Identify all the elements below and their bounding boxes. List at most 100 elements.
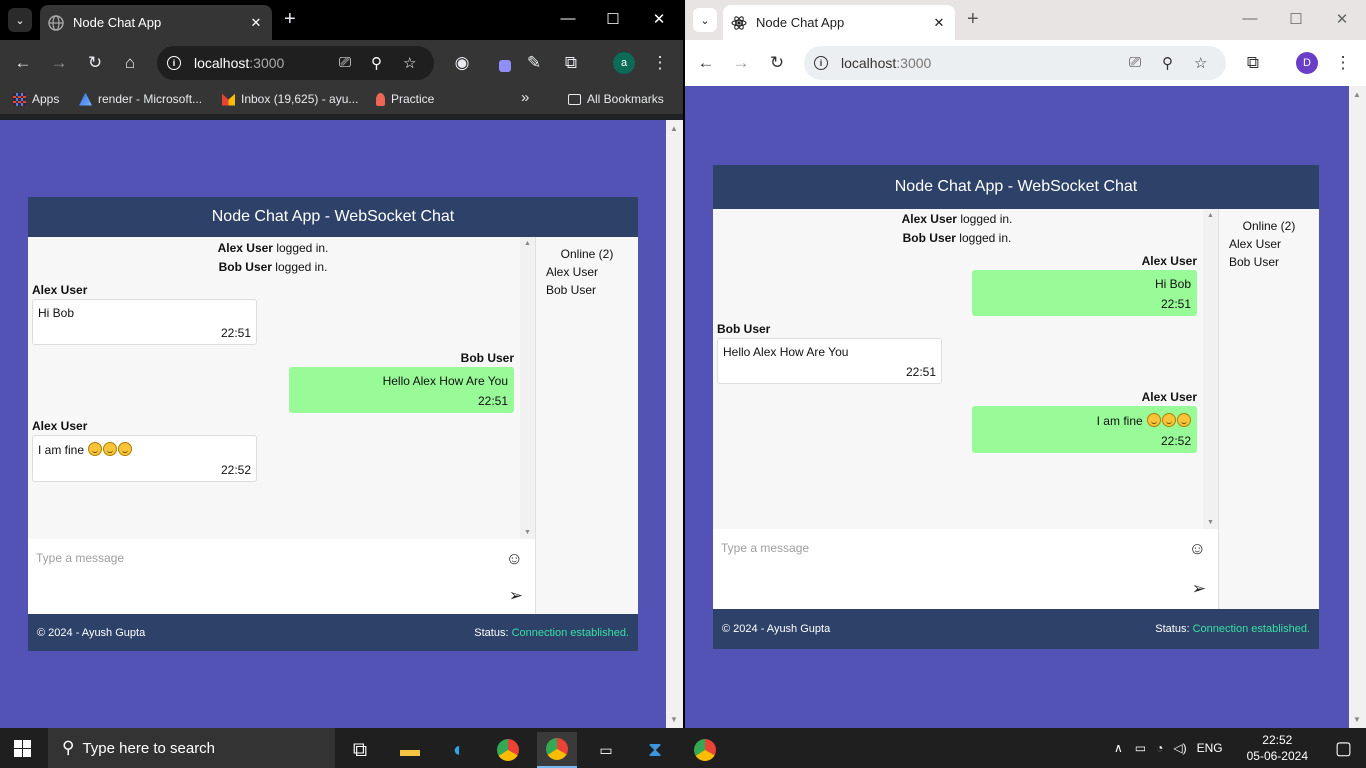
extension-bulb-icon[interactable]: ◉ (452, 53, 472, 73)
scroll-up-icon[interactable]: ▲ (670, 124, 678, 133)
zoom-icon[interactable]: ⚲ (371, 54, 382, 72)
bookmark-star-icon[interactable]: ☆ (1194, 54, 1207, 72)
online-user: Bob User (1229, 255, 1280, 269)
forward-icon[interactable]: → (731, 53, 751, 73)
status-label: Status: (1155, 623, 1193, 635)
address-bar[interactable]: i localhost:3000 ⎚ ⚲ ☆ (804, 46, 1226, 80)
tab-node-chat-app[interactable]: Node Chat App ✕ (40, 5, 272, 40)
new-tab-icon[interactable]: + (967, 9, 979, 29)
file-explorer-icon[interactable]: ▬ (390, 732, 430, 768)
system-user: Bob User (218, 260, 272, 274)
back-icon[interactable]: ← (13, 53, 33, 73)
bookmark-practice[interactable]: Practice (376, 92, 434, 106)
emoji-picker-icon[interactable]: ☺ (506, 549, 523, 569)
tab-search-dropdown-icon[interactable]: ⌄ (8, 8, 32, 32)
bookmark-star-icon[interactable]: ☆ (403, 54, 416, 72)
new-tab-icon[interactable]: + (284, 9, 296, 29)
url-port: :3000 (896, 55, 932, 71)
send-icon[interactable]: ➢ (1192, 579, 1206, 599)
scroll-down-icon[interactable]: ▼ (1207, 519, 1214, 526)
chrome-profile-a-icon[interactable] (537, 732, 577, 768)
back-icon[interactable]: ← (696, 53, 716, 73)
extension-color-icon[interactable] (492, 53, 512, 73)
maximize-icon[interactable]: ☐ (1286, 10, 1306, 28)
message-input[interactable]: Type a message ☺ ➢ (28, 539, 536, 614)
tray-overflow-icon[interactable]: ∧ (1114, 741, 1123, 755)
page-content: ▲ ▼ Node Chat App - WebSocket Chat Alex … (0, 120, 683, 728)
globe-icon (48, 14, 64, 31)
scroll-up-icon[interactable]: ▲ (524, 240, 531, 247)
send-icon[interactable]: ➢ (509, 586, 523, 606)
copyright: © 2024 - Ayush Gupta (722, 623, 831, 635)
site-info-icon[interactable]: i (167, 56, 181, 70)
message-scrollbar[interactable]: ▲ ▼ (1203, 209, 1218, 529)
forward-icon[interactable]: → (49, 53, 69, 73)
message-scrollbar[interactable]: ▲ ▼ (520, 237, 535, 539)
scroll-down-icon[interactable]: ▼ (670, 715, 678, 724)
close-window-icon[interactable]: ✕ (1332, 10, 1352, 28)
online-users-panel: Online (2) Alex User Bob User (536, 237, 638, 311)
clock[interactable]: 22:52 05-06-2024 (1247, 732, 1308, 764)
tab-node-chat-app[interactable]: Node Chat App ✕ (723, 5, 955, 40)
smile-emoji-icon (118, 442, 133, 456)
scroll-down-icon[interactable]: ▼ (1353, 715, 1361, 724)
system-user: Alex User (217, 241, 273, 255)
emoji-picker-icon[interactable]: ☺ (1189, 539, 1206, 559)
bookmarks-bar: Apps render - Microsoft... Inbox (19,625… (0, 86, 683, 114)
scroll-down-icon[interactable]: ▼ (524, 529, 531, 536)
maximize-icon[interactable]: ☐ (603, 10, 623, 28)
message-input[interactable]: Type a message ☺ ➢ (713, 529, 1219, 609)
page-scrollbar[interactable]: ▲ ▼ (1349, 86, 1366, 728)
smile-emoji-icon (103, 442, 118, 456)
chrome-profile-d-icon[interactable] (685, 732, 725, 768)
tab-search-dropdown-icon[interactable]: ⌄ (693, 8, 717, 32)
windows-start-icon[interactable] (14, 740, 31, 757)
reload-icon[interactable]: ↻ (767, 53, 787, 73)
taskbar-search[interactable]: ⚲ Type here to search (48, 728, 335, 768)
extensions-icon[interactable]: ⧉ (1243, 53, 1263, 73)
minimize-icon[interactable]: — (1240, 10, 1260, 27)
battery-icon[interactable]: ▭ (1135, 741, 1146, 755)
bookmark-inbox[interactable]: Inbox (19,625) - ayu... (222, 92, 358, 106)
edge-icon[interactable]: ◐ (439, 732, 479, 768)
scroll-up-icon[interactable]: ▲ (1207, 212, 1214, 219)
profile-avatar[interactable]: a (613, 52, 635, 74)
close-window-icon[interactable]: ✕ (649, 10, 669, 28)
all-bookmarks[interactable]: All Bookmarks (568, 92, 664, 106)
profile-avatar[interactable]: D (1296, 52, 1318, 74)
menu-icon[interactable]: ⋮ (650, 53, 670, 73)
smile-emoji-icon (88, 442, 103, 456)
install-app-icon[interactable]: ⎚ (339, 54, 351, 71)
task-view-icon[interactable]: ⧉ (340, 732, 380, 768)
message-list[interactable]: Alex User logged in. Bob User logged in. A… (713, 209, 1219, 529)
site-info-icon[interactable]: i (814, 56, 828, 70)
zoom-icon[interactable]: ⚲ (1162, 54, 1173, 72)
message-text: Hi Bob (38, 306, 75, 320)
page-scrollbar[interactable]: ▲ ▼ (666, 120, 683, 728)
close-tab-icon[interactable]: ✕ (248, 15, 264, 31)
close-tab-icon[interactable]: ✕ (931, 15, 947, 31)
address-bar[interactable]: i localhost:3000 ⎚ ⚲ ☆ (157, 46, 434, 80)
bookmark-render[interactable]: render - Microsoft... (79, 92, 202, 106)
bookmarks-overflow-icon[interactable]: » (521, 89, 529, 106)
message-list[interactable]: Alex User logged in. Bob User logged in. A… (28, 237, 536, 539)
vscode-icon[interactable]: ⧗ (635, 732, 675, 768)
minimize-icon[interactable]: — (558, 10, 578, 27)
system-tray: ∧ ▭ ◔ ◁) ENG (1114, 728, 1223, 768)
reload-icon[interactable]: ↻ (85, 53, 105, 73)
chrome-icon[interactable] (488, 732, 528, 768)
home-icon[interactable]: ⌂ (120, 53, 140, 73)
terminal-icon[interactable]: ▭ (586, 732, 626, 768)
extensions-icon[interactable]: ⧉ (561, 53, 581, 73)
language-indicator[interactable]: ENG (1197, 741, 1223, 755)
message-bubble: Hello Alex How Are You 22:51 (717, 338, 942, 384)
scroll-up-icon[interactable]: ▲ (1353, 90, 1361, 99)
volume-icon[interactable]: ◁) (1173, 741, 1186, 755)
eyedropper-icon[interactable]: ✎ (524, 53, 544, 73)
wifi-icon[interactable]: ◔ (1156, 741, 1163, 755)
install-app-icon[interactable]: ⎚ (1129, 54, 1141, 71)
message-bubble: I am fine 22:52 (972, 406, 1197, 453)
notifications-icon[interactable]: ▢ (1335, 738, 1352, 759)
menu-icon[interactable]: ⋮ (1333, 53, 1353, 73)
bookmark-apps[interactable]: Apps (13, 92, 59, 106)
